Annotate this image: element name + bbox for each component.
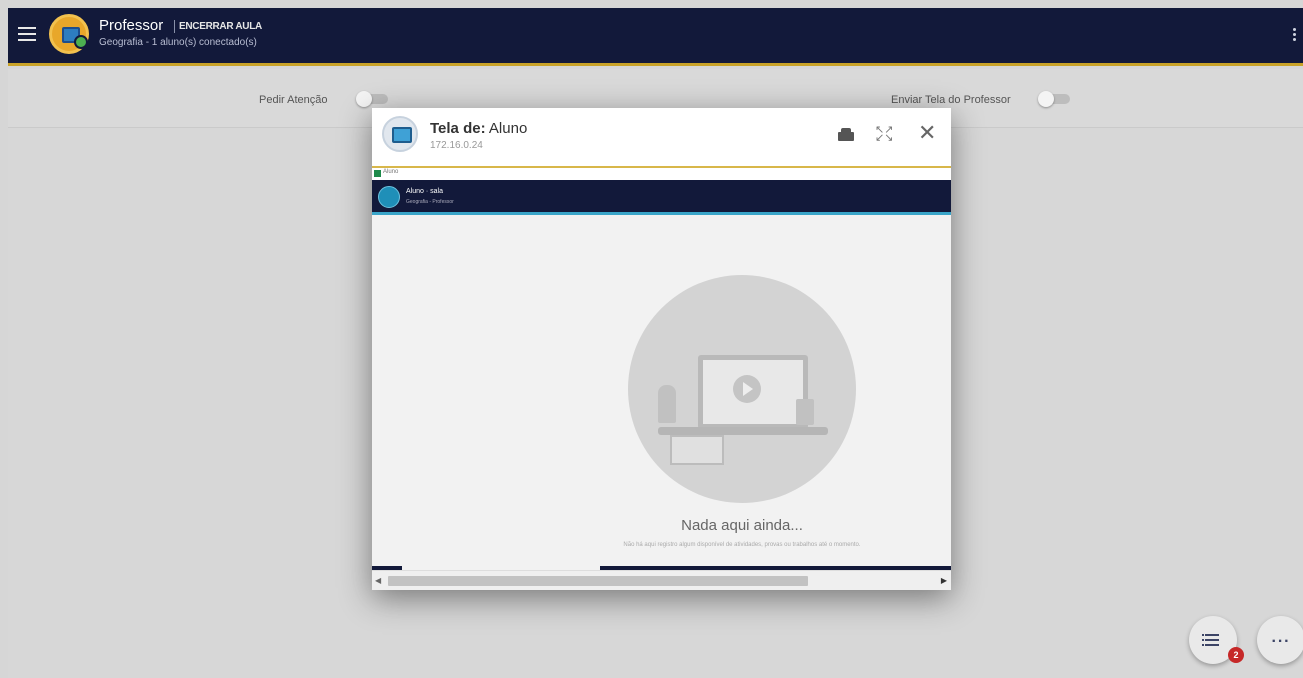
monitor-icon: [392, 127, 412, 143]
empty-state-title: Nada aqui ainda...: [681, 517, 803, 534]
header-title: Professor: [99, 17, 164, 34]
empty-state-illustration: [628, 275, 856, 503]
favicon-icon: [374, 170, 381, 177]
empty-state-text: Não há aqui registro algum disponível de…: [623, 542, 861, 548]
attention-toggle-label: Pedir Atenção: [259, 94, 328, 106]
lock-screen-icon[interactable]: [838, 128, 854, 141]
more-horizontal-icon: ···: [1271, 633, 1291, 650]
books-icon: [670, 435, 724, 465]
scrollbar-thumb[interactable]: [388, 576, 808, 586]
remote-user-avatar: [378, 186, 400, 208]
app-logo: [49, 14, 89, 54]
end-class-button[interactable]: ENCERRAR AULA: [174, 20, 266, 33]
remote-screen-view[interactable]: Aluno Aluno · sala Geografia - Professor…: [372, 168, 951, 590]
plant-icon: [658, 385, 676, 423]
hamburger-menu-icon[interactable]: [18, 27, 36, 41]
dialog-title-name: Aluno: [488, 120, 528, 137]
toggle-knob: [356, 91, 372, 107]
scroll-right-icon[interactable]: ▶: [941, 576, 947, 585]
student-screen-dialog: Tela de: Aluno 172.16.0.24 ↖↗ ↙↘ ✕ Aluno …: [372, 108, 951, 590]
send-screen-toggle-label: Enviar Tela do Professor: [891, 94, 1011, 106]
header-subtitle: Geografia - 1 aluno(s) conectado(s): [99, 37, 257, 48]
online-status-dot: [74, 35, 88, 49]
toggle-knob: [1038, 91, 1054, 107]
notification-badge: 2: [1228, 647, 1244, 663]
attention-toggle[interactable]: [356, 91, 390, 107]
horizontal-scrollbar[interactable]: ◀ ▶: [372, 570, 951, 590]
remote-app-header: Aluno · sala Geografia - Professor: [372, 180, 951, 215]
send-screen-toggle[interactable]: [1038, 91, 1072, 107]
more-vertical-icon[interactable]: [1293, 28, 1297, 43]
app-header: Professor ENCERRAR AULA Geografia - 1 al…: [8, 8, 1303, 66]
dialog-header: Tela de: Aluno 172.16.0.24 ↖↗ ↙↘ ✕: [372, 108, 951, 168]
close-icon[interactable]: ✕: [918, 122, 936, 144]
pen-holder-icon: [796, 399, 814, 425]
list-icon: [1202, 634, 1204, 636]
dialog-title-prefix: Tela de:: [430, 120, 486, 137]
remote-content: Nada aqui ainda... Não há aqui registro …: [372, 215, 951, 570]
remote-user-name: Aluno · sala: [406, 188, 443, 195]
student-avatar: [382, 116, 418, 152]
remote-tab-title: Aluno: [383, 169, 399, 175]
scroll-left-icon[interactable]: ◀: [375, 576, 381, 585]
fullscreen-icon[interactable]: ↖↗ ↙↘: [875, 125, 893, 144]
more-options-button[interactable]: ···: [1257, 616, 1303, 664]
play-icon: [733, 375, 761, 403]
dialog-title: Tela de: Aluno: [430, 120, 527, 137]
student-ip-address: 172.16.0.24: [430, 140, 483, 151]
remote-user-subtitle: Geografia - Professor: [406, 199, 454, 205]
desk-shape: [658, 427, 828, 435]
